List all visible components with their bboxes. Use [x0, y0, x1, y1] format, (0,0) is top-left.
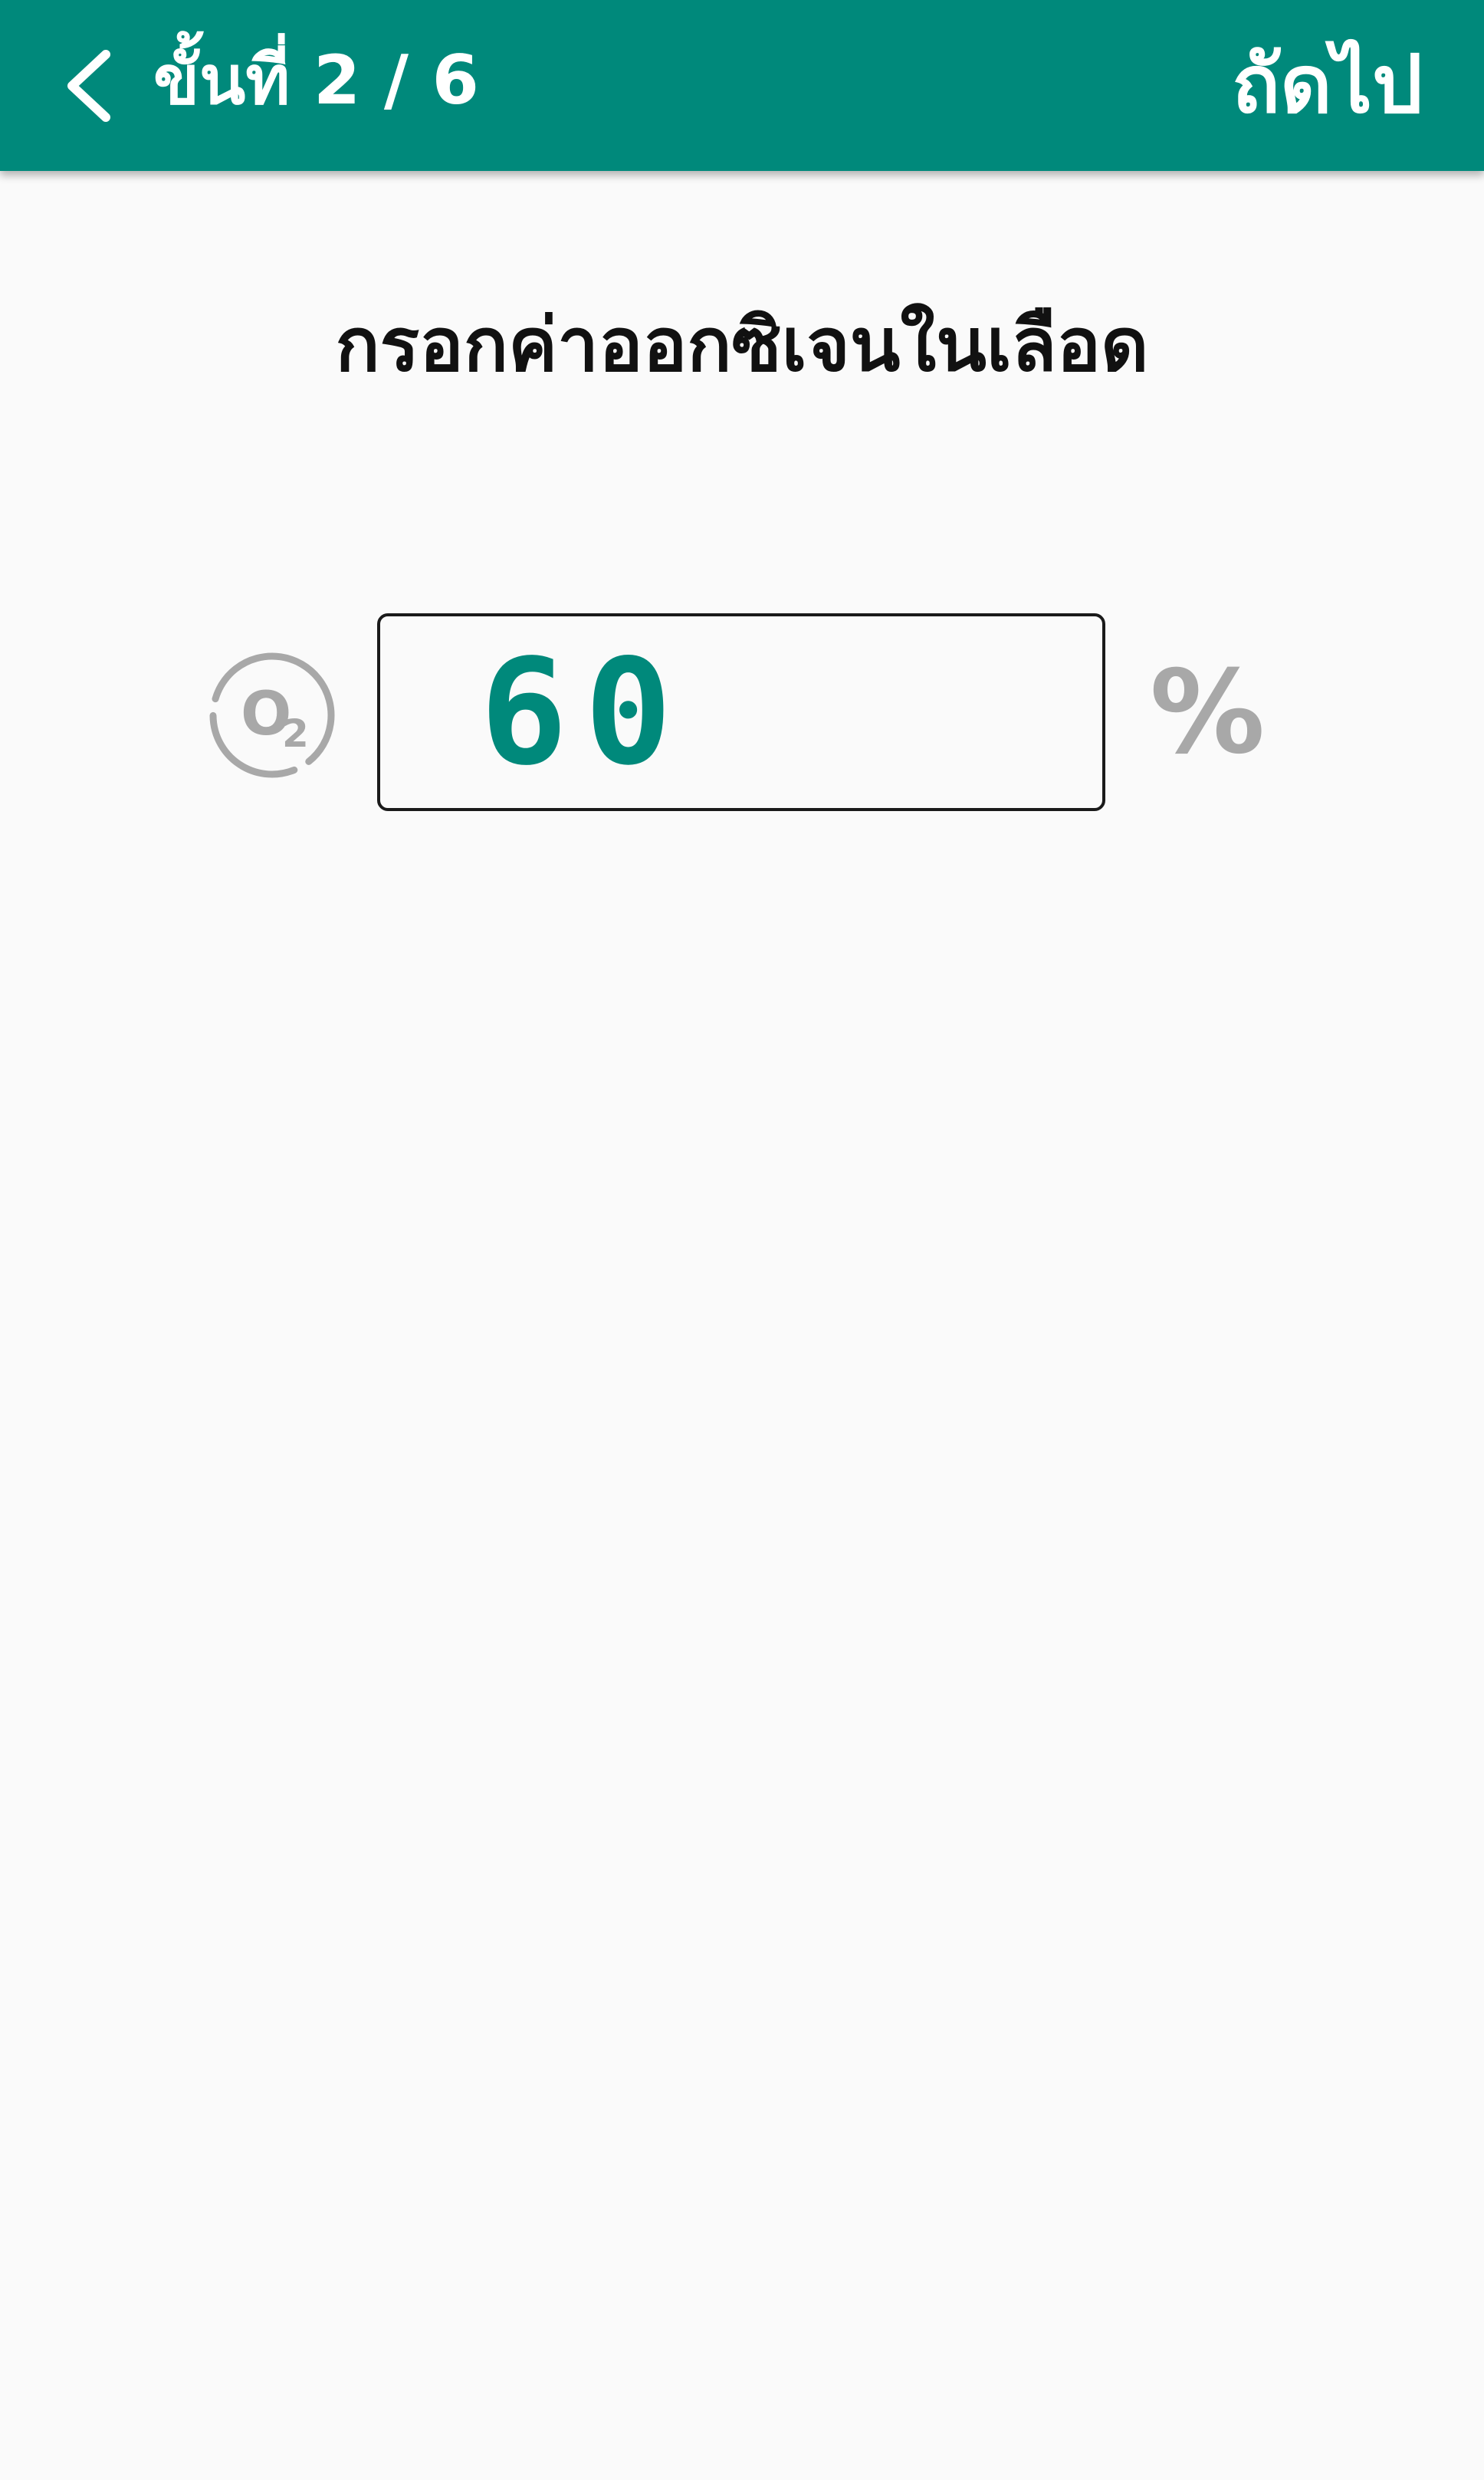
- oxygen-value-input[interactable]: [380, 616, 1102, 808]
- page-title: กรอกค่าออกซิเจนในเลือด: [335, 302, 1149, 388]
- step-indicator: ขั้นที่ 2 / 6: [153, 41, 479, 120]
- back-button[interactable]: [43, 40, 135, 132]
- oxygen-o2-icon: O 2: [205, 649, 339, 782]
- top-app-bar: ขั้นที่ 2 / 6 ถัดไป: [0, 0, 1484, 171]
- percent-unit-label: %: [1150, 646, 1266, 780]
- chevron-left-icon: [67, 50, 110, 122]
- next-button[interactable]: ถัดไป: [1232, 31, 1423, 138]
- svg-text:2: 2: [282, 711, 309, 756]
- oxygen-value-field[interactable]: [377, 613, 1105, 811]
